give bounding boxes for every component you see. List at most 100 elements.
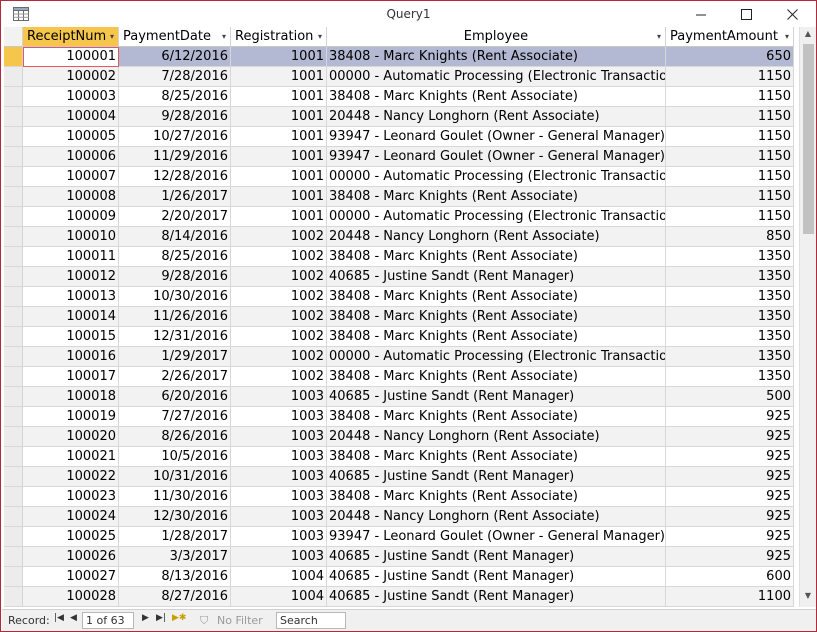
cell-date[interactable]: 1/28/2017 <box>119 527 231 547</box>
cell-reg[interactable]: 1002 <box>231 287 327 307</box>
cell-reg[interactable]: 1001 <box>231 127 327 147</box>
cell-reg[interactable]: 1002 <box>231 367 327 387</box>
cell-date[interactable]: 9/28/2016 <box>119 267 231 287</box>
row-selector[interactable] <box>4 127 23 147</box>
vertical-scrollbar[interactable]: ▲ ▼ <box>799 27 816 607</box>
cell-date[interactable]: 12/30/2016 <box>119 507 231 527</box>
cell-amount[interactable]: 1150 <box>666 207 794 227</box>
cell-receipt[interactable]: 100015 <box>23 327 119 347</box>
cell-date[interactable]: 1/29/2017 <box>119 347 231 367</box>
cell-employee[interactable]: 38408 - Marc Knights (Rent Associate) <box>327 487 666 507</box>
row-selector[interactable] <box>4 147 23 167</box>
cell-employee[interactable]: 00000 - Automatic Processing (Electronic… <box>327 207 666 227</box>
cell-reg[interactable]: 1002 <box>231 247 327 267</box>
cell-receipt[interactable]: 100001 <box>23 47 119 67</box>
row-selector[interactable] <box>4 207 23 227</box>
last-record-icon[interactable]: ▶| <box>156 613 166 623</box>
cell-amount[interactable]: 925 <box>666 447 794 467</box>
cell-employee[interactable]: 38408 - Marc Knights (Rent Associate) <box>327 447 666 467</box>
cell-receipt[interactable]: 100021 <box>23 447 119 467</box>
cell-amount[interactable]: 1150 <box>666 127 794 147</box>
cell-reg[interactable]: 1001 <box>231 167 327 187</box>
cell-reg[interactable]: 1002 <box>231 347 327 367</box>
cell-date[interactable]: 2/26/2017 <box>119 367 231 387</box>
cell-employee[interactable]: 38408 - Marc Knights (Rent Associate) <box>327 47 666 67</box>
cell-reg[interactable]: 1002 <box>231 327 327 347</box>
new-record-icon[interactable]: ▶✱ <box>172 613 186 623</box>
cell-reg[interactable]: 1004 <box>231 567 327 587</box>
column-header-date[interactable]: PaymentDate ▾ <box>119 27 231 47</box>
cell-amount[interactable]: 1150 <box>666 147 794 167</box>
row-selector[interactable] <box>4 427 23 447</box>
cell-amount[interactable]: 500 <box>666 387 794 407</box>
cell-amount[interactable]: 1350 <box>666 327 794 347</box>
cell-reg[interactable]: 1004 <box>231 587 327 607</box>
cell-amount[interactable]: 1350 <box>666 287 794 307</box>
row-selector[interactable] <box>4 527 23 547</box>
row-selector[interactable] <box>4 327 23 347</box>
cell-amount[interactable]: 925 <box>666 527 794 547</box>
row-selector[interactable] <box>4 227 23 247</box>
row-selector[interactable] <box>4 187 23 207</box>
cell-date[interactable]: 6/20/2016 <box>119 387 231 407</box>
cell-amount[interactable]: 925 <box>666 547 794 567</box>
cell-receipt[interactable]: 100025 <box>23 527 119 547</box>
row-selector[interactable] <box>4 87 23 107</box>
cell-receipt[interactable]: 100004 <box>23 107 119 127</box>
select-all-cell[interactable] <box>4 27 23 47</box>
cell-receipt[interactable]: 100007 <box>23 167 119 187</box>
cell-reg[interactable]: 1003 <box>231 427 327 447</box>
cell-amount[interactable]: 925 <box>666 467 794 487</box>
cell-date[interactable]: 7/27/2016 <box>119 407 231 427</box>
no-filter-icon[interactable]: ⛉ <box>200 614 208 628</box>
cell-date[interactable]: 2/20/2017 <box>119 207 231 227</box>
cell-receipt[interactable]: 100026 <box>23 547 119 567</box>
cell-amount[interactable]: 925 <box>666 507 794 527</box>
cell-date[interactable]: 12/28/2016 <box>119 167 231 187</box>
cell-amount[interactable]: 1150 <box>666 87 794 107</box>
cell-employee[interactable]: 40685 - Justine Sandt (Rent Manager) <box>327 587 666 607</box>
cell-reg[interactable]: 1002 <box>231 307 327 327</box>
cell-employee[interactable]: 38408 - Marc Knights (Rent Associate) <box>327 187 666 207</box>
cell-receipt[interactable]: 100003 <box>23 87 119 107</box>
cell-date[interactable]: 10/31/2016 <box>119 467 231 487</box>
row-selector[interactable] <box>4 167 23 187</box>
cell-date[interactable]: 1/26/2017 <box>119 187 231 207</box>
cell-reg[interactable]: 1001 <box>231 187 327 207</box>
cell-reg[interactable]: 1001 <box>231 147 327 167</box>
cell-receipt[interactable]: 100022 <box>23 467 119 487</box>
cell-employee[interactable]: 93947 - Leonard Goulet (Owner - General … <box>327 527 666 547</box>
cell-date[interactable]: 9/28/2016 <box>119 107 231 127</box>
cell-amount[interactable]: 925 <box>666 427 794 447</box>
first-record-icon[interactable]: |◀ <box>54 613 64 623</box>
cell-date[interactable]: 3/3/2017 <box>119 547 231 567</box>
row-selector[interactable] <box>4 487 23 507</box>
cell-employee[interactable]: 20448 - Nancy Longhorn (Rent Associate) <box>327 227 666 247</box>
row-selector[interactable] <box>4 307 23 327</box>
row-selector[interactable] <box>4 107 23 127</box>
cell-employee[interactable]: 20448 - Nancy Longhorn (Rent Associate) <box>327 427 666 447</box>
minimize-button[interactable] <box>678 1 724 28</box>
sort-dropdown-icon[interactable]: ▾ <box>318 27 322 46</box>
cell-employee[interactable]: 20448 - Nancy Longhorn (Rent Associate) <box>327 507 666 527</box>
row-selector[interactable] <box>4 467 23 487</box>
cell-reg[interactable]: 1003 <box>231 447 327 467</box>
cell-receipt[interactable]: 100019 <box>23 407 119 427</box>
row-selector[interactable] <box>4 567 23 587</box>
cell-reg[interactable]: 1001 <box>231 87 327 107</box>
cell-amount[interactable]: 850 <box>666 227 794 247</box>
cell-employee[interactable]: 38408 - Marc Knights (Rent Associate) <box>327 87 666 107</box>
cell-receipt[interactable]: 100014 <box>23 307 119 327</box>
cell-employee[interactable]: 93947 - Leonard Goulet (Owner - General … <box>327 127 666 147</box>
cell-amount[interactable]: 1150 <box>666 67 794 87</box>
cell-receipt[interactable]: 100027 <box>23 567 119 587</box>
cell-date[interactable]: 8/27/2016 <box>119 587 231 607</box>
cell-amount[interactable]: 1150 <box>666 187 794 207</box>
cell-receipt[interactable]: 100020 <box>23 427 119 447</box>
cell-amount[interactable]: 1150 <box>666 107 794 127</box>
horizontal-scrollbar[interactable] <box>414 614 810 627</box>
previous-record-icon[interactable]: ◀ <box>70 613 77 623</box>
cell-date[interactable]: 12/31/2016 <box>119 327 231 347</box>
cell-amount[interactable]: 1350 <box>666 247 794 267</box>
cell-employee[interactable]: 00000 - Automatic Processing (Electronic… <box>327 67 666 87</box>
